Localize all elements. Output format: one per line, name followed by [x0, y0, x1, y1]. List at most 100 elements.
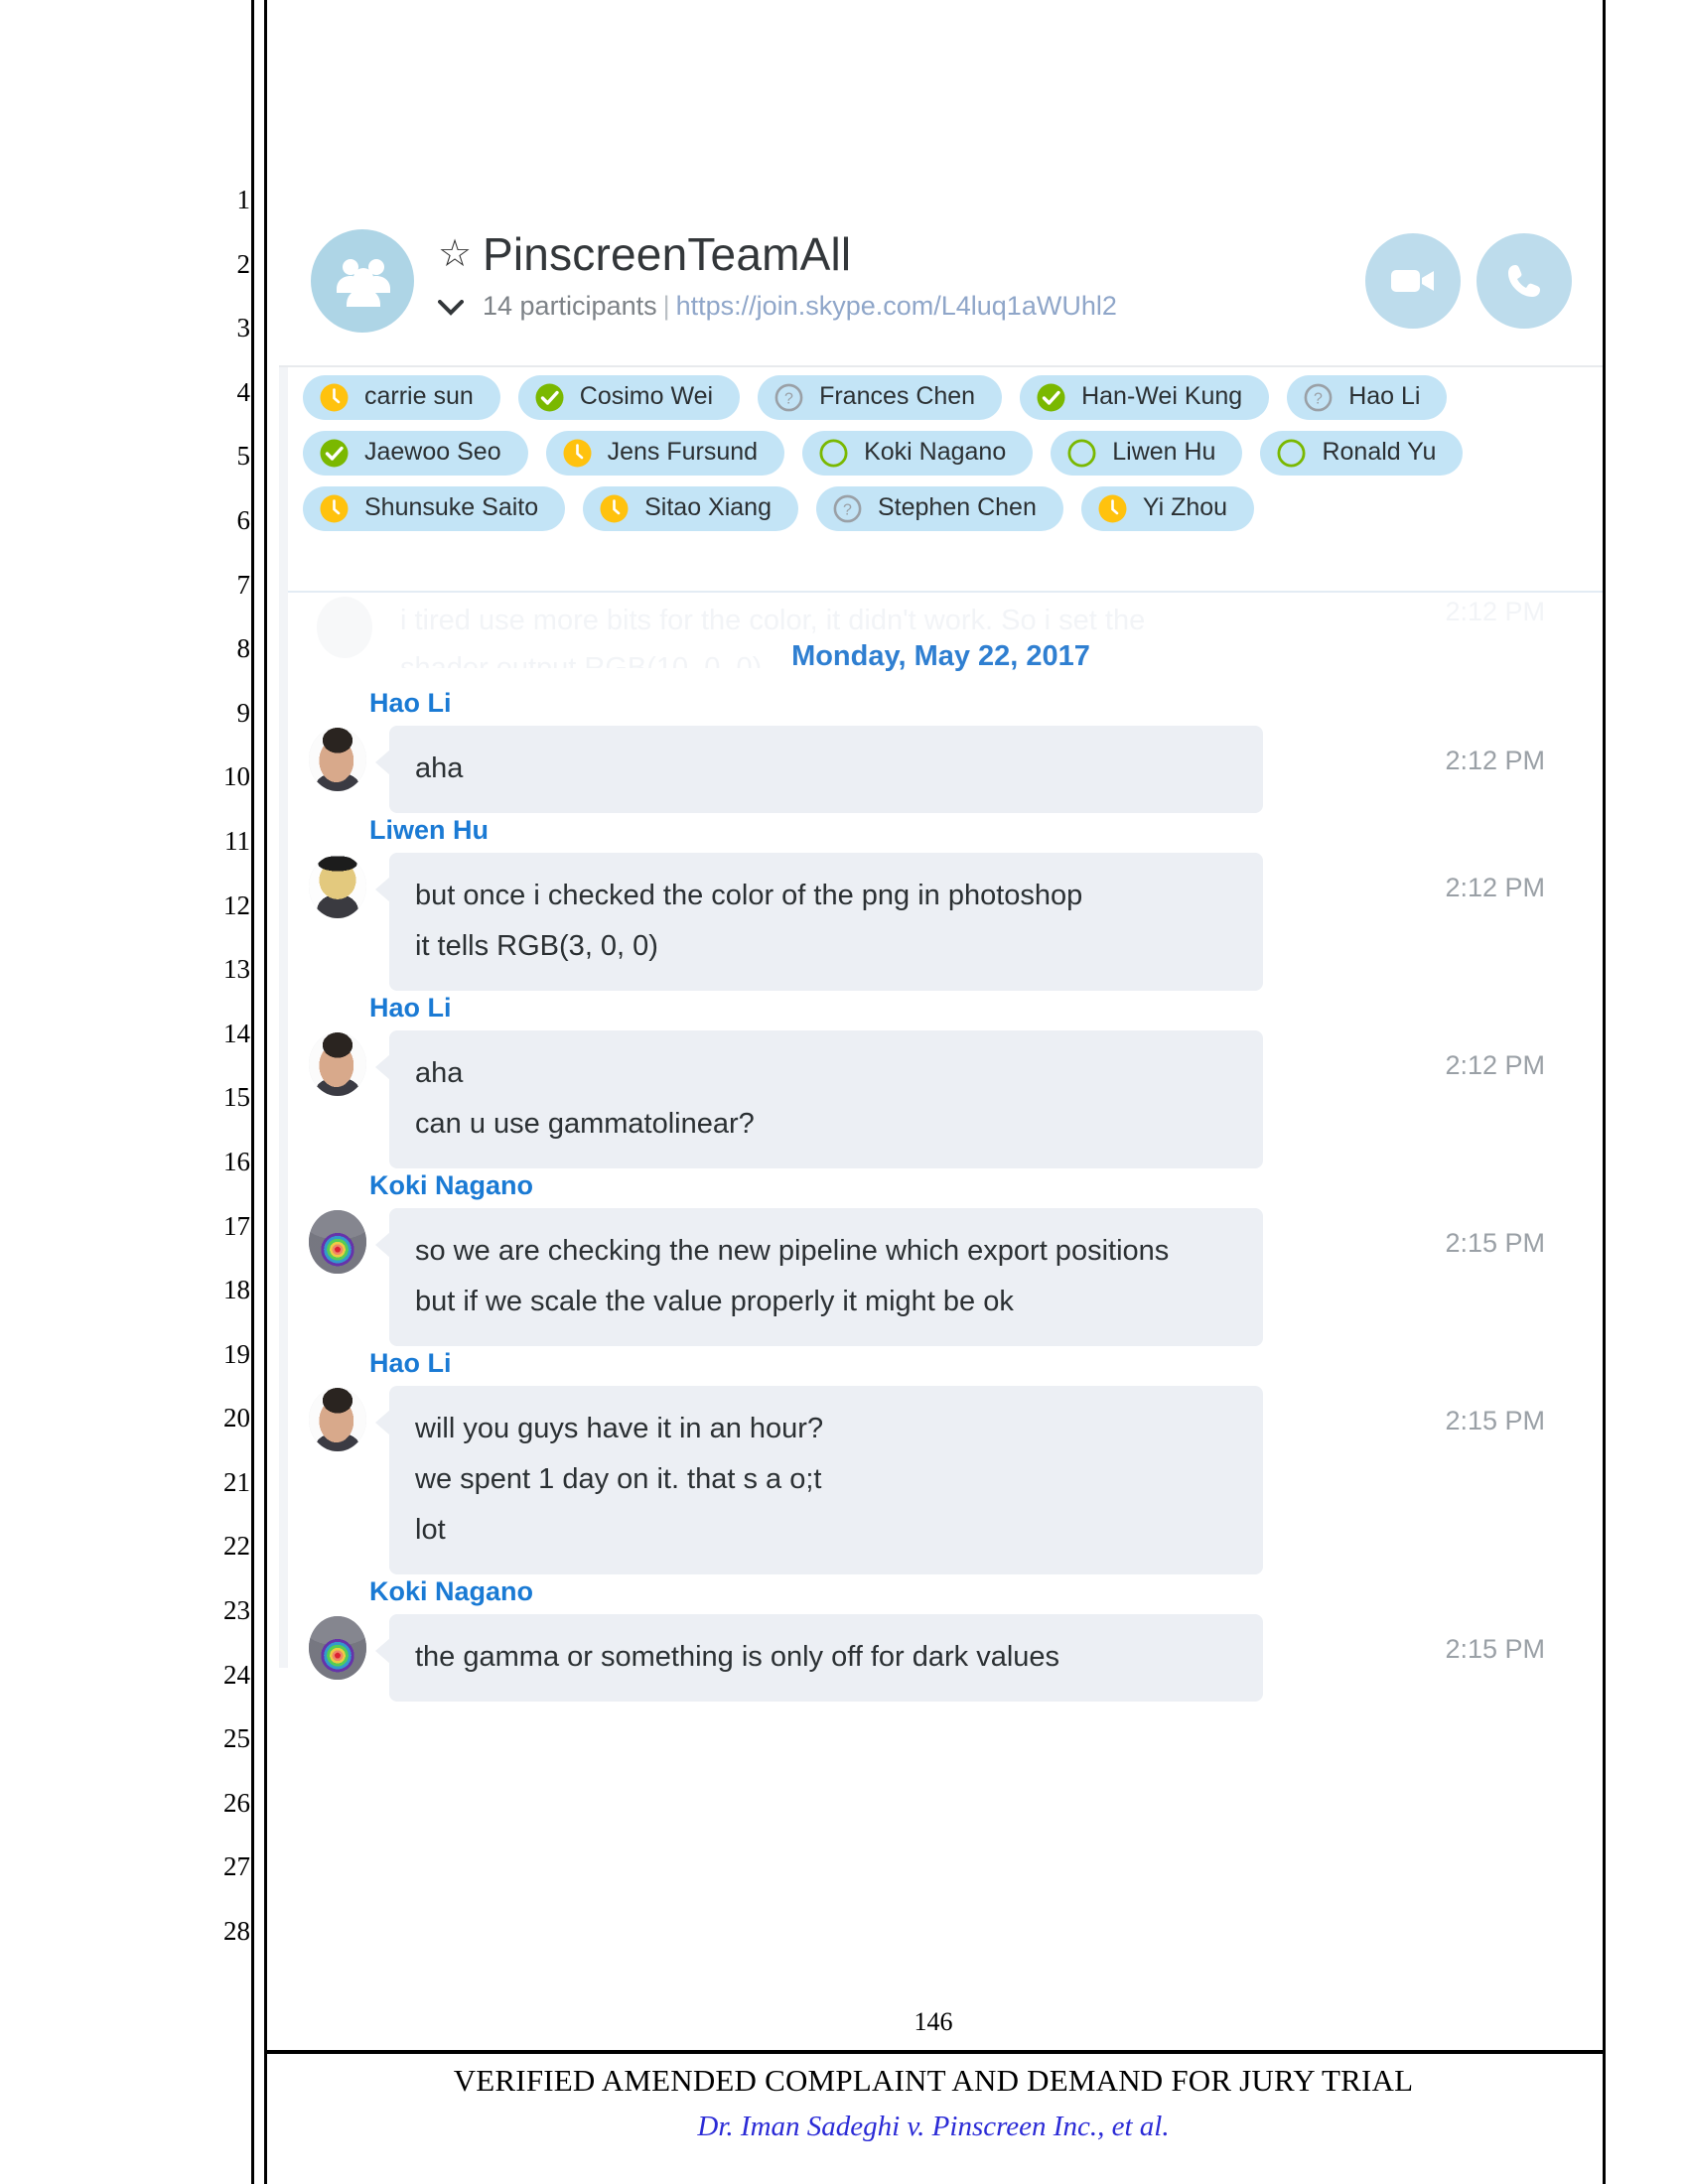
participant-chip[interactable]: Han-Wei Kung	[1020, 375, 1270, 420]
presence-away-icon	[599, 493, 630, 524]
participant-name: Han-Wei Kung	[1081, 382, 1243, 410]
line-number: 3	[236, 313, 251, 343]
line-number: 1	[236, 185, 251, 214]
presence-unknown-icon: ?	[832, 493, 863, 524]
message: Liwen Hu but once i checked the color of …	[279, 815, 1603, 991]
header-separator-line	[288, 591, 1603, 593]
participant-chip[interactable]: Liwen Hu	[1051, 431, 1243, 476]
participant-chip[interactable]: Jens Fursund	[545, 431, 785, 476]
message-bubble: the gamma or something is only off for d…	[375, 1614, 1263, 1702]
svg-text:?: ?	[784, 391, 793, 408]
video-call-button[interactable]	[1365, 233, 1461, 329]
participant-name: Stephen Chen	[878, 493, 1037, 521]
presence-offline-icon	[818, 438, 849, 469]
chat-title: PinscreenTeamAll	[483, 228, 852, 280]
presence-online-icon	[1036, 382, 1066, 413]
line-number: 26	[223, 1787, 250, 1818]
presence-online-icon	[319, 438, 350, 469]
svg-text:?: ?	[843, 502, 852, 519]
audio-call-button[interactable]	[1477, 233, 1572, 329]
participant-name: Hao Li	[1348, 382, 1421, 410]
participant-chip[interactable]: ? Stephen Chen	[816, 486, 1063, 531]
avatar-image	[309, 728, 366, 791]
presence-unknown-icon: ?	[1303, 382, 1334, 413]
footer-rule	[264, 2050, 1603, 2054]
message-sender-name: Koki Nagano	[369, 1576, 534, 1606]
line-number: 27	[223, 1851, 250, 1882]
participant-chip[interactable]: Cosimo Wei	[517, 375, 741, 420]
avatar	[309, 1210, 366, 1274]
line-number: 14	[223, 1018, 250, 1048]
page-number: 146	[914, 2007, 953, 2036]
participant-chip[interactable]: Yi Zhou	[1080, 486, 1255, 531]
line-number: 8	[236, 633, 251, 664]
group-avatar	[311, 229, 414, 333]
line-number: 24	[223, 1659, 250, 1690]
participant-name: Shunsuke Saito	[364, 493, 539, 521]
presence-offline-icon	[1066, 438, 1097, 469]
message-line: will you guys have it in an hour?	[415, 1413, 824, 1444]
message-sender-name: Koki Nagano	[369, 1170, 534, 1200]
message-sender-name: Hao Li	[369, 688, 452, 718]
avatar-image	[309, 1032, 366, 1096]
avatar-image	[309, 1210, 366, 1274]
participant-chip[interactable]: Koki Nagano	[802, 431, 1034, 476]
avatar	[309, 1032, 366, 1096]
participant-chip[interactable]: Sitao Xiang	[583, 486, 798, 531]
right-margin-rule	[1603, 0, 1606, 2184]
participant-chip[interactable]: ? Frances Chen	[758, 375, 1003, 420]
line-number: 2	[236, 248, 251, 279]
message: Hao Li aha 2:12 PM	[279, 688, 1603, 813]
participant-name: Jaewoo Seo	[364, 438, 501, 466]
header-subline: 14 participants | https://join.skype.com/L…	[483, 291, 1117, 322]
message-body: will you guys have it in an hour? we spen…	[279, 1386, 1603, 1574]
participant-name: Frances Chen	[819, 382, 976, 410]
participant-name: carrie sun	[364, 382, 474, 410]
message-line: we spent 1 day on it. that s a o;t	[415, 1463, 822, 1495]
join-url[interactable]: https://join.skype.com/L4luq1aWUhl2	[676, 291, 1117, 321]
line-number: 15	[223, 1082, 250, 1113]
chevron-down-icon[interactable]	[438, 293, 464, 321]
footer-document-title: VERIFIED AMENDED COMPLAINT AND DEMAND FO…	[453, 2063, 1414, 2098]
message-body: aha can u use gammatolinear? 2:12 PM	[279, 1030, 1603, 1168]
line-number: 12	[223, 889, 250, 920]
message-line: the gamma or something is only off for d…	[415, 1641, 1060, 1673]
presence-unknown-icon: ?	[774, 382, 804, 413]
presence-away-icon	[1097, 493, 1128, 524]
message-line: it tells RGB(3, 0, 0)	[415, 930, 658, 962]
avatar	[309, 1388, 366, 1451]
participant-chip-row: Shunsuke Saito Sitao Xiang? Stephen Chen Yi…	[295, 486, 1587, 531]
message-timestamp: 2:12 PM	[1445, 1050, 1545, 1080]
message-bubble: aha	[375, 726, 1263, 813]
avatar-image	[309, 1616, 366, 1680]
message-timestamp: 2:12 PM	[1445, 746, 1545, 775]
presence-away-icon	[319, 493, 350, 524]
left-margin-rule-inner	[264, 0, 267, 2184]
avatar	[309, 728, 366, 791]
presence-online-icon	[534, 382, 565, 413]
participant-chip[interactable]: carrie sun	[303, 375, 500, 420]
favorite-star-icon[interactable]: ☆	[438, 235, 472, 273]
message-timestamp: 2:15 PM	[1445, 1228, 1545, 1258]
participant-chip[interactable]: Jaewoo Seo	[303, 431, 528, 476]
participant-chip[interactable]: Ronald Yu	[1260, 431, 1464, 476]
faded-message-time: 2:12 PM	[1445, 597, 1545, 626]
participant-chip[interactable]: ? Hao Li	[1287, 375, 1448, 420]
message-sender-name: Hao Li	[369, 1348, 452, 1378]
participant-name: Yi Zhou	[1142, 493, 1228, 521]
message-sender-name: Liwen Hu	[369, 815, 489, 845]
message: Koki Nagano so we are checking the new pi…	[279, 1170, 1603, 1346]
participant-chip[interactable]: Shunsuke Saito	[303, 486, 566, 531]
skype-chat-screenshot: ☆ PinscreenTeamAll 14 participants | https…	[279, 0, 1603, 1992]
line-number-gutter: 1 2 3 4 5 6 7 8 9 10 11 12 13 14 15 16 17 18 19 20 21 22 23 24 2…	[199, 185, 250, 1980]
line-number: 22	[223, 1531, 250, 1562]
message-line: but if we scale the value properly it mi…	[415, 1286, 1014, 1317]
line-number: 28	[223, 1916, 250, 1947]
message-line: so we are checking the new pipeline whic…	[415, 1235, 1170, 1267]
line-number: 5	[236, 441, 251, 472]
message-line: but once i checked the color of the png …	[415, 880, 1083, 911]
message-timestamp: 2:15 PM	[1445, 1406, 1545, 1435]
participant-name: Liwen Hu	[1112, 438, 1216, 466]
line-number: 19	[223, 1338, 250, 1369]
participant-count: 14 participants	[483, 291, 657, 321]
